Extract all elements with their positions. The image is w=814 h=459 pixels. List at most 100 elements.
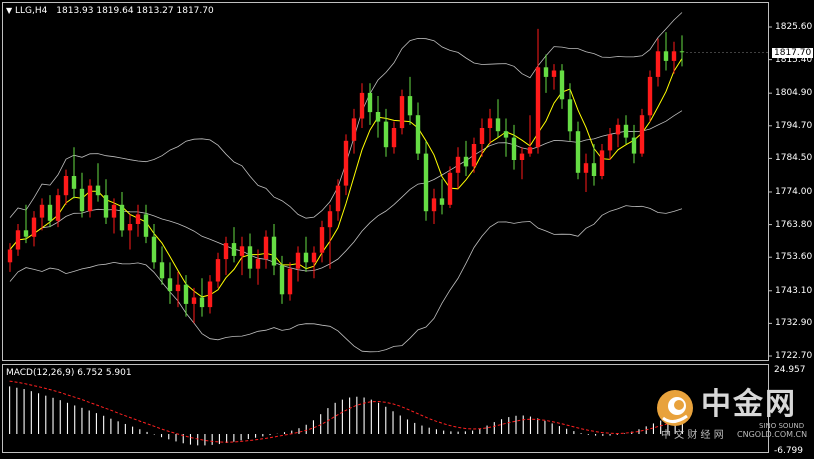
candle	[199, 278, 205, 317]
price-tick-label: 1784.50	[775, 153, 813, 164]
candle	[311, 246, 317, 279]
cngold-logo-icon	[657, 390, 693, 426]
candle	[663, 32, 669, 71]
candle-body	[679, 51, 685, 53]
candle-body	[655, 51, 661, 77]
candle	[271, 223, 277, 276]
candle	[175, 271, 181, 308]
candle	[31, 211, 37, 247]
candle-body	[231, 243, 237, 256]
candle	[239, 236, 245, 276]
candle	[383, 108, 389, 157]
candle-body	[375, 112, 381, 122]
candle-body	[343, 140, 349, 186]
candle-body	[575, 131, 581, 173]
candle-body	[599, 150, 605, 176]
candle	[439, 179, 445, 215]
candle-body	[151, 236, 157, 263]
brand-domain: CNGOLD.COM.CN	[737, 430, 808, 439]
candle	[215, 252, 221, 288]
candle	[415, 102, 421, 161]
candle-body	[671, 51, 677, 61]
candle-body	[223, 243, 229, 260]
candle-body	[303, 252, 309, 263]
candle-body	[535, 67, 541, 148]
macd-tick-bottom: -6.799	[774, 446, 804, 456]
candle-body	[663, 51, 669, 61]
candle-body	[567, 99, 573, 132]
candle	[135, 204, 141, 237]
price-tick-label: 1774.00	[775, 186, 813, 197]
candle-body	[479, 128, 485, 144]
candle	[423, 140, 429, 221]
candle	[511, 124, 517, 170]
candle	[295, 246, 301, 282]
candle	[447, 166, 453, 208]
candle	[263, 230, 269, 269]
candle-body	[127, 224, 133, 231]
current-price-tag: 1817.70	[772, 48, 814, 58]
candle	[359, 83, 365, 129]
candle-body	[39, 204, 45, 218]
candle-body	[383, 121, 389, 148]
candle	[367, 83, 373, 125]
bollinger-lower-band	[9, 205, 683, 353]
candle-body	[559, 70, 565, 100]
candle	[159, 246, 165, 285]
candle-body	[295, 252, 301, 269]
price-tick-label: 1753.60	[775, 252, 813, 263]
candle	[47, 195, 53, 228]
candle-body	[271, 236, 277, 266]
candle-body	[103, 195, 109, 218]
candle	[543, 54, 549, 93]
candle	[655, 38, 661, 87]
symbol-header[interactable]: ▼ LLG,H4 1813.93 1819.64 1813.27 1817.70	[6, 6, 214, 16]
candle-body	[423, 153, 429, 212]
candle-body	[583, 163, 589, 173]
candle-body	[591, 163, 597, 176]
candle-body	[335, 185, 341, 212]
candle	[407, 76, 413, 125]
candle	[343, 134, 349, 196]
macd-tick-top: 24.957	[774, 365, 806, 375]
candle	[351, 108, 357, 154]
candle-body	[415, 115, 421, 154]
candle	[207, 275, 213, 314]
candle	[391, 121, 397, 154]
candle	[335, 179, 341, 221]
candle	[191, 287, 197, 324]
candle	[39, 198, 45, 231]
price-tick-label: 1763.80	[775, 219, 813, 230]
candle-body	[391, 128, 397, 148]
candle-body	[23, 230, 29, 237]
triangle-down-icon[interactable]: ▼	[6, 6, 12, 15]
candle-body	[7, 249, 13, 263]
candle-body	[623, 124, 629, 138]
candle-body	[279, 265, 285, 295]
candle-body	[519, 153, 525, 160]
brand-sino: SINO SOUND	[759, 422, 805, 430]
candle-body	[255, 259, 261, 269]
candle-body	[487, 118, 493, 128]
candle	[127, 214, 133, 250]
candle	[463, 140, 469, 176]
candle	[583, 153, 589, 192]
candle-body	[399, 96, 405, 129]
candle	[631, 124, 637, 164]
candle-body	[207, 281, 213, 308]
candle	[87, 179, 93, 218]
candle	[599, 144, 605, 180]
candle-body	[455, 156, 461, 173]
candle-body	[287, 268, 293, 295]
candle-body	[527, 147, 533, 154]
candle	[15, 223, 21, 256]
candle	[575, 121, 581, 180]
candle	[487, 108, 493, 145]
watermark: 中金网 中 文 财 经 网 SINO SOUND CNGOLD.COM.CN	[655, 386, 814, 446]
candle	[471, 137, 477, 173]
candle-body	[631, 137, 637, 154]
candle	[375, 96, 381, 138]
candle	[119, 191, 125, 237]
candle-body	[63, 176, 69, 196]
candle	[231, 227, 237, 263]
